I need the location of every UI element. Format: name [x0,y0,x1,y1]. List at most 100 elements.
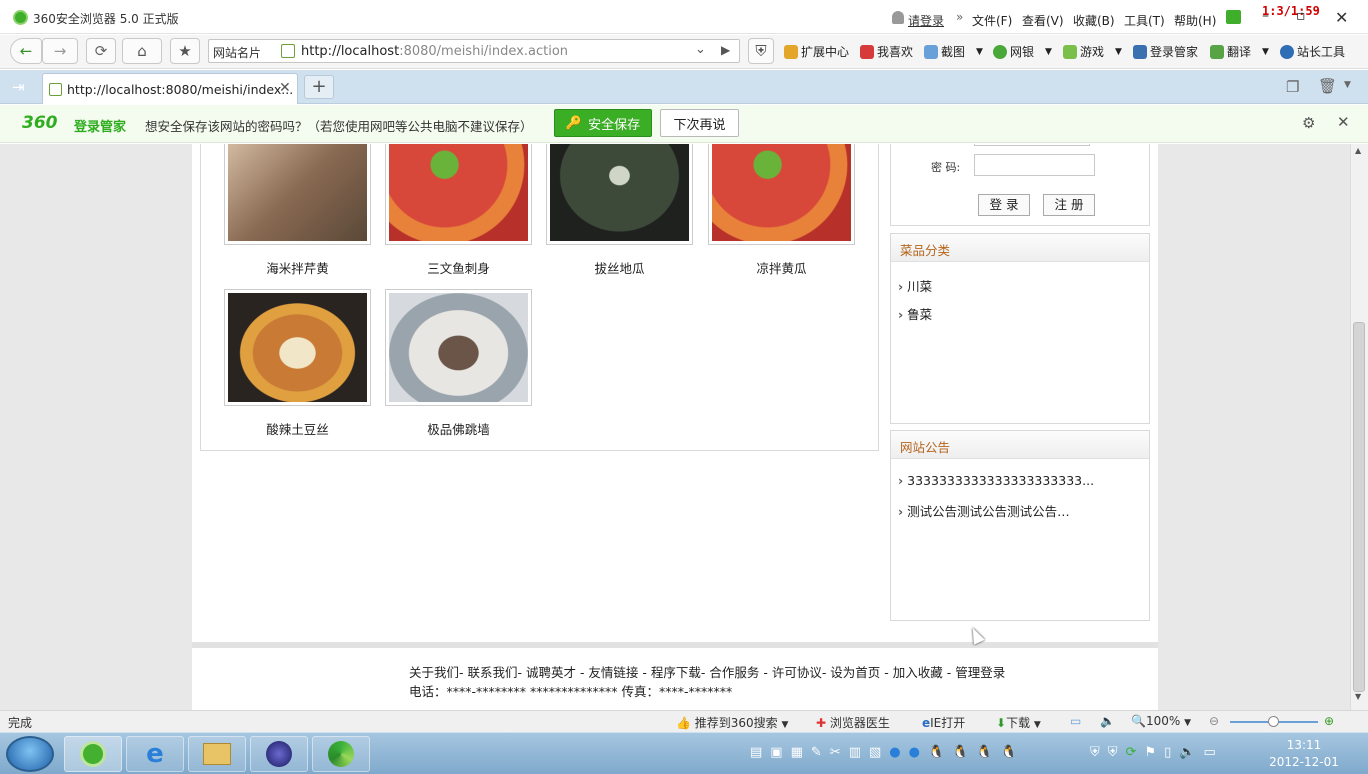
zoom-out-icon[interactable]: ⊖ [1209,714,1219,728]
tray-icon[interactable]: ▤ [750,745,762,760]
password-input[interactable] [974,154,1095,176]
flag-icon[interactable]: ⚑ [1144,745,1156,760]
shield-icon[interactable]: ⛨ [1108,745,1118,760]
dish-image[interactable] [385,144,532,245]
footer-links[interactable]: 关于我们- 联系我们- 诚聘英才 - 友情链接 - 程序下载- 合作服务 - 许… [409,662,1005,681]
security-shield-button[interactable]: ⛨ [748,38,774,64]
refresh-button[interactable]: ⟳ [86,38,116,64]
close-tab-icon[interactable]: ✕ [279,80,291,96]
menu-favorites[interactable]: 收藏(B) [1073,12,1115,29]
url-dropdown-icon[interactable]: ⌄ [695,42,706,57]
zoom-in-icon[interactable]: ⊕ [1324,714,1334,728]
login-link[interactable]: 请登录 [908,12,944,29]
tray-icon[interactable]: ● [889,745,900,760]
new-tab-button[interactable]: + [304,75,334,99]
recommend-360-search[interactable]: 👍 推荐到360搜索 ▼ [676,714,788,731]
qq-icon[interactable]: 🐧 [952,745,968,760]
dish-image[interactable] [708,144,855,245]
notice-item[interactable]: 3333333333333333333333... [891,465,1149,493]
category-item[interactable]: 鲁菜 [891,296,1149,324]
shield-icon[interactable]: ⛨ [1090,745,1100,760]
start-button[interactable] [6,736,54,772]
tray-icon[interactable]: ▧ [869,745,881,760]
dish-card[interactable]: 酸辣土豆丝 [224,289,371,438]
notice-item[interactable]: 测试公告测试公告测试公告… [891,493,1149,521]
dish-image[interactable] [224,144,371,245]
dish-name[interactable]: 海米拌芹黄 [224,258,371,277]
tool-games[interactable]: 游戏 ▼ [1063,43,1122,60]
window-icon[interactable]: ▭ [1070,714,1081,728]
minimize-icon[interactable]: – [1262,8,1269,24]
tray-icon[interactable]: ✎ [811,745,822,760]
tool-like[interactable]: 我喜欢 [860,43,913,60]
tool-extensions[interactable]: 扩展中心 [784,43,849,60]
dish-name[interactable]: 极品佛跳墙 [385,419,532,438]
dish-image[interactable] [385,289,532,406]
speaker-icon[interactable]: 🔈 [1100,714,1115,728]
settings-gear-icon[interactable]: ⚙ [1302,114,1315,132]
zoom-slider-handle[interactable] [1268,716,1279,727]
tab-active[interactable]: http://localhost:8080/meishi/index... ✕ [42,73,298,104]
dish-card[interactable]: 极品佛跳墙 [385,289,532,438]
system-clock[interactable]: 13:11 2012-12-01 [1262,737,1346,771]
taskbar-360-browser[interactable] [64,736,122,772]
taskbar-ie[interactable]: e [126,736,184,772]
dish-card[interactable]: 三文鱼刺身 [385,144,532,277]
home-button[interactable]: ⌂ [122,38,162,64]
tray-icon[interactable]: ● [909,745,920,760]
restore-tabs-icon[interactable]: ❐ [1286,78,1299,96]
network-icon[interactable]: ▭ [1203,745,1215,760]
tab-menu-icon[interactable]: ▼ [1344,80,1351,90]
dish-name[interactable]: 酸辣土豆丝 [224,419,371,438]
close-bar-icon[interactable]: ✕ [1337,113,1350,131]
dish-card[interactable]: 凉拌黄瓜 [708,144,855,277]
tool-translate[interactable]: 翻译 ▼ [1210,43,1269,60]
dish-card[interactable]: 拔丝地瓜 [546,144,693,277]
tray-icon[interactable]: ▣ [770,745,782,760]
ie-open[interactable]: eIE打开 [922,714,965,731]
taskbar-app[interactable] [312,736,370,772]
scrollbar-thumb[interactable] [1353,322,1365,692]
address-bar[interactable]: 网站名片 http://localhost:8080/meishi/index.… [208,39,740,63]
later-button[interactable]: 下次再说 [660,109,739,137]
site-cards-dropdown[interactable]: 网站名片 [213,44,261,61]
qq-icon[interactable]: 🐧 [928,745,944,760]
dish-name[interactable]: 凉拌黄瓜 [708,258,855,277]
close-window-icon[interactable]: ✕ [1335,8,1348,27]
dish-name[interactable]: 三文鱼刺身 [385,258,532,277]
dish-name[interactable]: 拔丝地瓜 [546,258,693,277]
skin-shirt-icon[interactable] [1226,10,1241,24]
qq-icon[interactable]: 🐧 [976,745,992,760]
vertical-scrollbar[interactable]: ▲ ▼ [1350,144,1368,710]
scroll-down-icon[interactable]: ▼ [1355,692,1361,701]
scroll-up-icon[interactable]: ▲ [1355,146,1361,155]
volume-icon[interactable]: 🔈 [1179,745,1195,760]
qq-icon[interactable]: 🐧 [1001,745,1017,760]
maximize-icon[interactable]: ▫ [1296,8,1306,24]
username-input[interactable] [974,144,1090,146]
sidebar-toggle-icon[interactable]: ⇥ [12,78,25,96]
go-icon[interactable]: ▶ [721,43,730,57]
tool-netbank[interactable]: 网银 ▼ [993,43,1052,60]
dish-card[interactable]: 海米拌芹黄 [224,144,371,277]
url-field[interactable]: http://localhost:8080/meishi/index.actio… [301,44,568,59]
tray-icon[interactable]: ✂ [830,745,841,760]
refresh-icon[interactable]: ⟳ [1126,745,1137,760]
back-button[interactable]: ← [10,38,42,64]
tray-icon[interactable]: ▥ [849,745,861,760]
forward-button[interactable]: → [42,38,78,64]
tool-screenshot[interactable]: 截图 ▼ [924,43,983,60]
download-menu[interactable]: ⬇下载 ▼ [996,714,1041,731]
tool-login-manager[interactable]: 登录管家 [1133,43,1198,60]
category-item[interactable]: 川菜 [891,268,1149,296]
tray-icon[interactable]: ▦ [791,745,803,760]
device-icon[interactable]: ▯ [1164,745,1171,760]
tool-webmaster[interactable]: 站长工具 [1280,43,1345,60]
browser-doctor[interactable]: ✚ 浏览器医生 [816,714,890,731]
zoom-level[interactable]: 🔍100% ▼ [1131,714,1191,728]
login-button[interactable]: 登 录 [978,194,1030,216]
dish-image[interactable] [224,289,371,406]
taskbar-explorer[interactable] [188,736,246,772]
trash-icon[interactable]: 🗑 [1318,77,1337,95]
menu-help[interactable]: 帮助(H) [1174,12,1216,29]
